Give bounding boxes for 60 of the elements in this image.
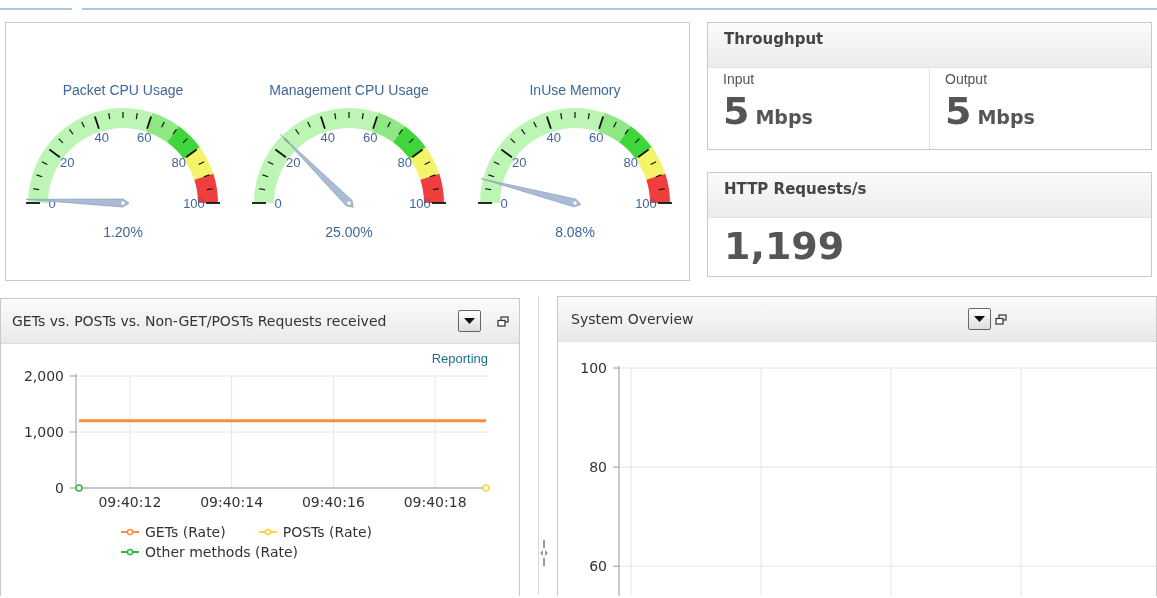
scale-label: 20: [285, 155, 301, 171]
axis-label: 1,000: [23, 424, 64, 440]
scale-label: 20: [59, 155, 75, 171]
axis-label: 09:40:18: [403, 494, 467, 510]
scale-label: 20: [511, 155, 527, 171]
metric-unit: Mbps: [977, 106, 1035, 128]
axis-label: 09:40:16: [301, 494, 365, 510]
scale-label: 40: [320, 130, 335, 146]
scale-label: 0: [274, 196, 282, 211]
data-point: [482, 484, 490, 492]
data-point: [75, 484, 83, 492]
scale-label: 80: [623, 155, 639, 171]
scale-label: 0: [500, 196, 508, 211]
metric-label: Input: [723, 71, 756, 87]
panel-title: GETs vs. POSTs vs. Non-GET/POSTs Requests received: [12, 313, 387, 329]
gauge-title: Packet CPU Usage: [62, 82, 184, 98]
scale-label: 100: [635, 196, 657, 211]
scale-label: 80: [397, 155, 413, 171]
scale-label: 100: [183, 196, 205, 211]
legend-marker: [121, 528, 139, 536]
scale-label: 60: [137, 130, 152, 146]
scale-label: 40: [546, 130, 561, 146]
metric-value: 1,199: [724, 224, 845, 268]
metric-unit: Mbps: [755, 106, 813, 128]
scale-label: 80: [171, 155, 187, 171]
axis-label: 2,000: [23, 368, 64, 384]
scale-label: 100: [409, 196, 431, 211]
gauge-reading: 25.00%: [325, 224, 373, 240]
scale-label: 60: [363, 130, 378, 146]
card-title: Throughput: [724, 30, 824, 48]
axis-label: 100: [580, 360, 607, 376]
splitter-handle[interactable]: [540, 540, 548, 566]
metric-label: Output: [945, 71, 989, 87]
metric-value: 5: [723, 89, 750, 133]
card-title: HTTP Requests/s: [724, 180, 867, 198]
panel-title: System Overview: [571, 311, 694, 327]
metric-value: 5: [945, 89, 972, 133]
axis-label: 09:40:14: [200, 494, 264, 510]
axis-label: 80: [589, 459, 607, 476]
gauge-reading: 8.08%: [555, 224, 595, 240]
restore-icon[interactable]: [994, 313, 1007, 325]
legend-label: GETs (Rate): [145, 524, 226, 540]
axis-label: 09:40:12: [98, 494, 162, 510]
axis-label: 60: [589, 558, 607, 575]
scale-label: 60: [589, 130, 604, 146]
dropdown-button[interactable]: [458, 310, 481, 332]
legend-marker: [121, 548, 139, 556]
reporting-link[interactable]: Reporting: [431, 351, 488, 366]
axis-label: 0: [55, 480, 64, 496]
gauge-title: Management CPU Usage: [269, 82, 429, 98]
legend-marker: [258, 528, 277, 536]
scale-label: 40: [94, 130, 109, 146]
dropdown-button[interactable]: [967, 308, 991, 330]
caret-icon: [464, 318, 475, 324]
legend-label: POSTs (Rate): [282, 524, 373, 540]
legend-label: Other methods (Rate): [145, 544, 299, 560]
gauge-reading: 1.20%: [103, 224, 143, 240]
gauge-title: InUse Memory: [529, 82, 621, 98]
caret-icon: [973, 316, 985, 322]
restore-icon[interactable]: [497, 315, 509, 327]
